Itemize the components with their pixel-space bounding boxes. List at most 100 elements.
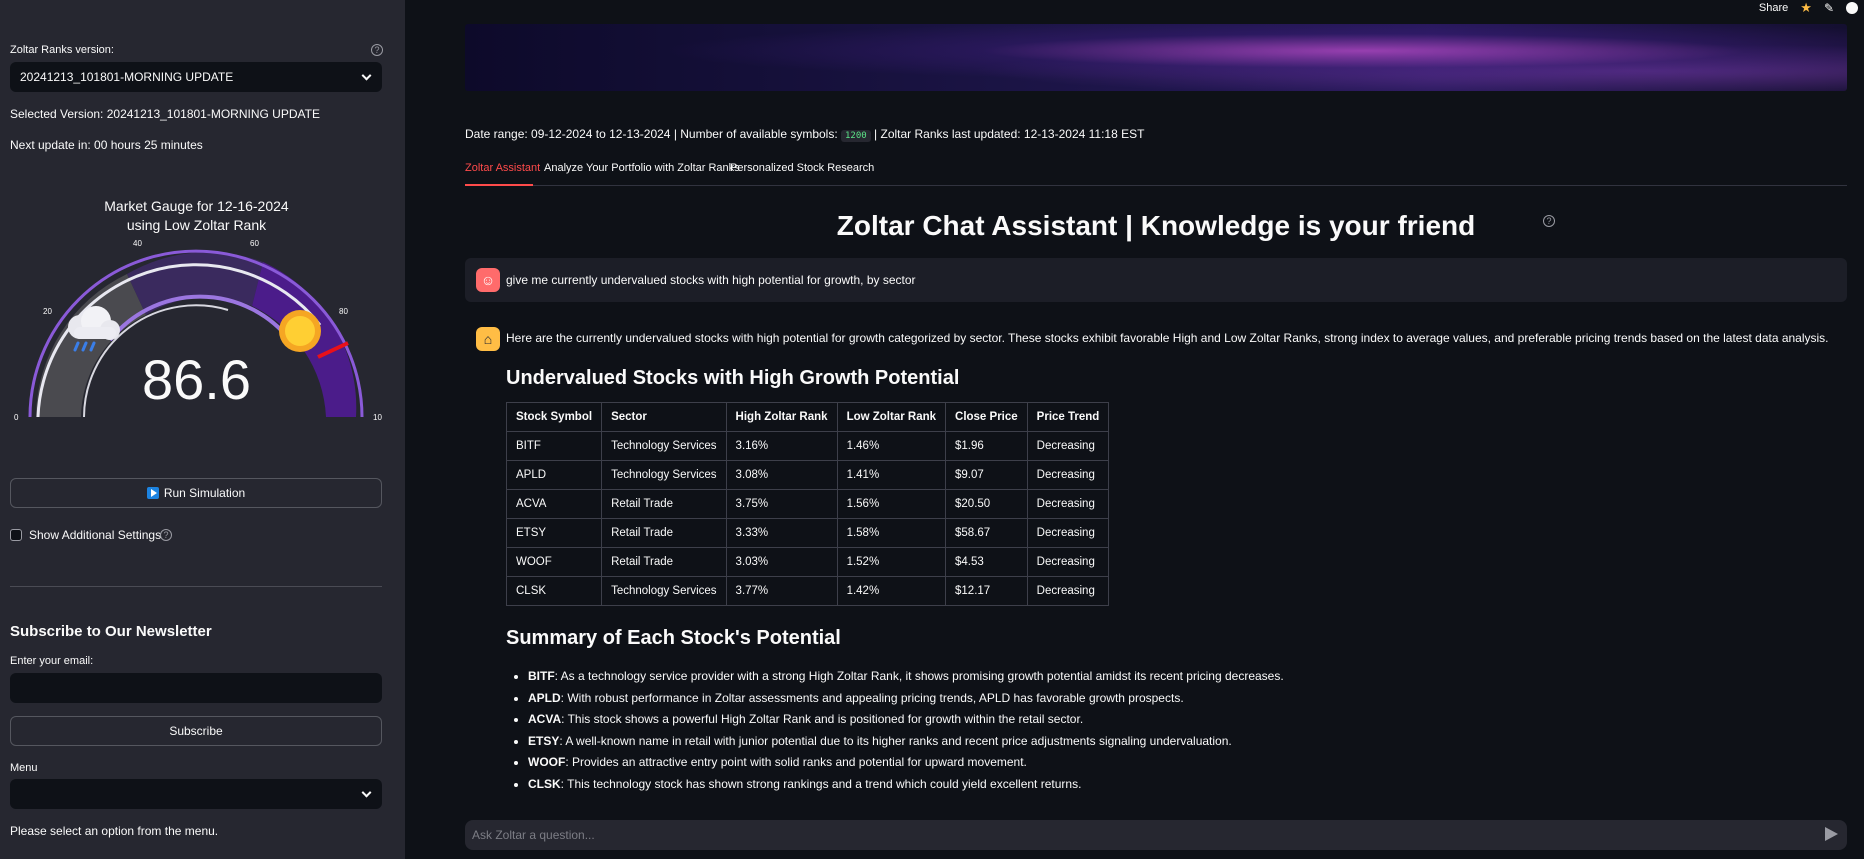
table-cell: Decreasing — [1026, 431, 1110, 461]
sun-icon — [279, 310, 321, 352]
table-cell: $20.50 — [945, 489, 1028, 519]
list-item: ETSY: A well-known name in retail with j… — [528, 731, 1284, 753]
gauge-tick-label: 20 — [43, 307, 52, 316]
table-cell: Retail Trade — [601, 489, 727, 519]
show-settings-label: Show Additional Settings — [29, 528, 162, 542]
table-row: WOOF Retail Trade 3.03% 1.52% $4.53 Decreasin… — [505, 547, 1110, 577]
chevron-down-icon — [361, 787, 372, 798]
gauge-value: 86.6 — [142, 348, 251, 411]
table-cell: 1.56% — [836, 489, 947, 519]
table-cell: Decreasing — [1026, 518, 1110, 548]
table-cell: Technology Services — [601, 431, 727, 461]
table-cell: 3.75% — [725, 489, 838, 519]
version-label: Zoltar Ranks version: — [10, 44, 114, 56]
tab-analyze-portfolio[interactable]: Analyze Your Portfolio with Zoltar Ranks — [544, 162, 740, 174]
column-header: Close Price — [945, 402, 1028, 432]
list-item: BITF: As a technology service provider w… — [528, 666, 1284, 688]
bot-intro-text: Here are the currently undervalued stock… — [506, 331, 1829, 345]
summary-text: : With robust performance in Zoltar asse… — [560, 690, 1184, 705]
menu-label: Menu — [10, 762, 38, 774]
summary-symbol: APLD — [528, 690, 561, 705]
table-row: CLSK Technology Services 3.77% 1.42% $12.17 D… — [505, 576, 1110, 606]
table-cell: $4.53 — [945, 547, 1028, 577]
share-button[interactable]: Share — [1759, 2, 1788, 14]
table-cell: 1.46% — [836, 431, 947, 461]
last-updated-text: | Zoltar Ranks last updated: 12-13-2024 … — [874, 127, 1145, 141]
newsletter-title: Subscribe to Our Newsletter — [10, 623, 212, 640]
summary-text: : Provides an attractive entry point wit… — [565, 755, 1027, 770]
pencil-icon[interactable]: ✎ — [1824, 1, 1834, 15]
table-cell: Technology Services — [601, 576, 727, 606]
table-cell: 3.33% — [725, 518, 838, 548]
top-toolbar: Share ★ ✎ — [1759, 0, 1864, 16]
tab-zoltar-assistant[interactable]: Zoltar Assistant — [465, 162, 540, 174]
summary-symbol: CLSK — [528, 776, 561, 791]
help-icon[interactable]: ? — [1543, 215, 1555, 227]
table-cell: $9.07 — [945, 460, 1028, 490]
market-gauge: Market Gauge for 12-16-2024 using Low Zo… — [0, 190, 405, 430]
tab-bar: Zoltar Assistant Analyze Your Portfolio … — [465, 162, 1847, 186]
play-icon — [146, 487, 159, 499]
table-cell: 3.77% — [725, 576, 838, 606]
star-icon[interactable]: ★ — [1800, 0, 1812, 16]
column-header: Price Trend — [1026, 402, 1110, 432]
chat-input[interactable] — [465, 820, 1847, 850]
date-range-text: Date range: 09-12-2024 to 12-13-2024 | N… — [465, 127, 838, 141]
table-cell: WOOF — [505, 547, 603, 577]
menu-select[interactable] — [10, 779, 382, 809]
list-item: APLD: With robust performance in Zoltar … — [528, 688, 1284, 710]
summary-list: BITF: As a technology service provider w… — [528, 666, 1284, 796]
tab-personalized-research[interactable]: Personalized Stock Research — [730, 162, 874, 174]
summary-text: : As a technology service provider with … — [554, 669, 1284, 683]
send-icon[interactable] — [1825, 827, 1838, 841]
sidebar: Zoltar Ranks version: ? 20241213_101801-… — [0, 0, 405, 859]
table-cell: Decreasing — [1026, 489, 1110, 519]
app-root: Zoltar Ranks version: ? 20241213_101801-… — [0, 0, 1864, 859]
table-heading: Undervalued Stocks with High Growth Pote… — [506, 367, 960, 389]
info-line: Date range: 09-12-2024 to 12-13-2024 | N… — [465, 127, 1145, 142]
gauge-tick-label: 10 — [373, 413, 382, 422]
list-item: CLSK: This technology stock has shown st… — [528, 774, 1284, 796]
column-header: High Zoltar Rank — [725, 402, 838, 432]
help-icon[interactable]: ? — [371, 44, 383, 56]
summary-symbol: ETSY — [528, 733, 560, 748]
user-message: ☺ give me currently undervalued stocks w… — [465, 258, 1847, 302]
table-header-row: Stock Symbol Sector High Zoltar Rank Low… — [505, 402, 1110, 432]
table-cell: ETSY — [505, 518, 603, 548]
version-select-value: 20241213_101801-MORNING UPDATE — [20, 70, 234, 84]
summary-text: : This stock shows a powerful High Zolta… — [561, 712, 1084, 727]
table-cell: $1.96 — [945, 431, 1028, 461]
next-update-text: Next update in: 00 hours 25 minutes — [10, 138, 203, 152]
table-cell: CLSK — [505, 576, 603, 606]
column-header: Low Zoltar Rank — [836, 402, 947, 432]
show-settings-checkbox[interactable] — [10, 529, 22, 541]
subscribe-button[interactable]: Subscribe — [10, 716, 382, 746]
table-cell: Technology Services — [601, 460, 727, 490]
list-item: ACVA: This stock shows a powerful High Z… — [528, 709, 1284, 731]
run-simulation-button[interactable]: Run Simulation — [10, 478, 382, 508]
help-icon[interactable]: ? — [160, 529, 172, 541]
table-cell: 3.16% — [725, 431, 838, 461]
user-message-text: give me currently undervalued stocks wit… — [506, 273, 916, 287]
version-select[interactable]: 20241213_101801-MORNING UPDATE — [10, 62, 382, 92]
stocks-table: Stock Symbol Sector High Zoltar Rank Low… — [505, 402, 1110, 606]
email-input[interactable] — [10, 673, 382, 703]
subscribe-label: Subscribe — [169, 724, 223, 738]
table-cell: 1.52% — [836, 547, 947, 577]
summary-symbol: ACVA — [528, 712, 562, 727]
selected-version-text: Selected Version: 20241213_101801-MORNIN… — [10, 107, 320, 121]
summary-symbol: BITF — [528, 669, 555, 683]
list-item: WOOF: Provides an attractive entry point… — [528, 752, 1284, 774]
gauge-tick-label: 80 — [339, 307, 348, 316]
table-row: APLD Technology Services 3.08% 1.41% $9.07 De… — [505, 460, 1110, 490]
user-avatar-icon: ☺ — [476, 268, 500, 292]
symbols-count: 1200 — [841, 130, 871, 142]
run-simulation-label: Run Simulation — [163, 486, 246, 500]
table-cell: Decreasing — [1026, 547, 1110, 577]
table-cell: 1.58% — [836, 518, 947, 548]
menu-hint: Please select an option from the menu. — [10, 824, 219, 838]
chevron-down-icon — [361, 70, 372, 81]
github-icon[interactable] — [1846, 2, 1858, 14]
table-cell: APLD — [505, 460, 603, 490]
table-cell: 1.41% — [836, 460, 947, 490]
